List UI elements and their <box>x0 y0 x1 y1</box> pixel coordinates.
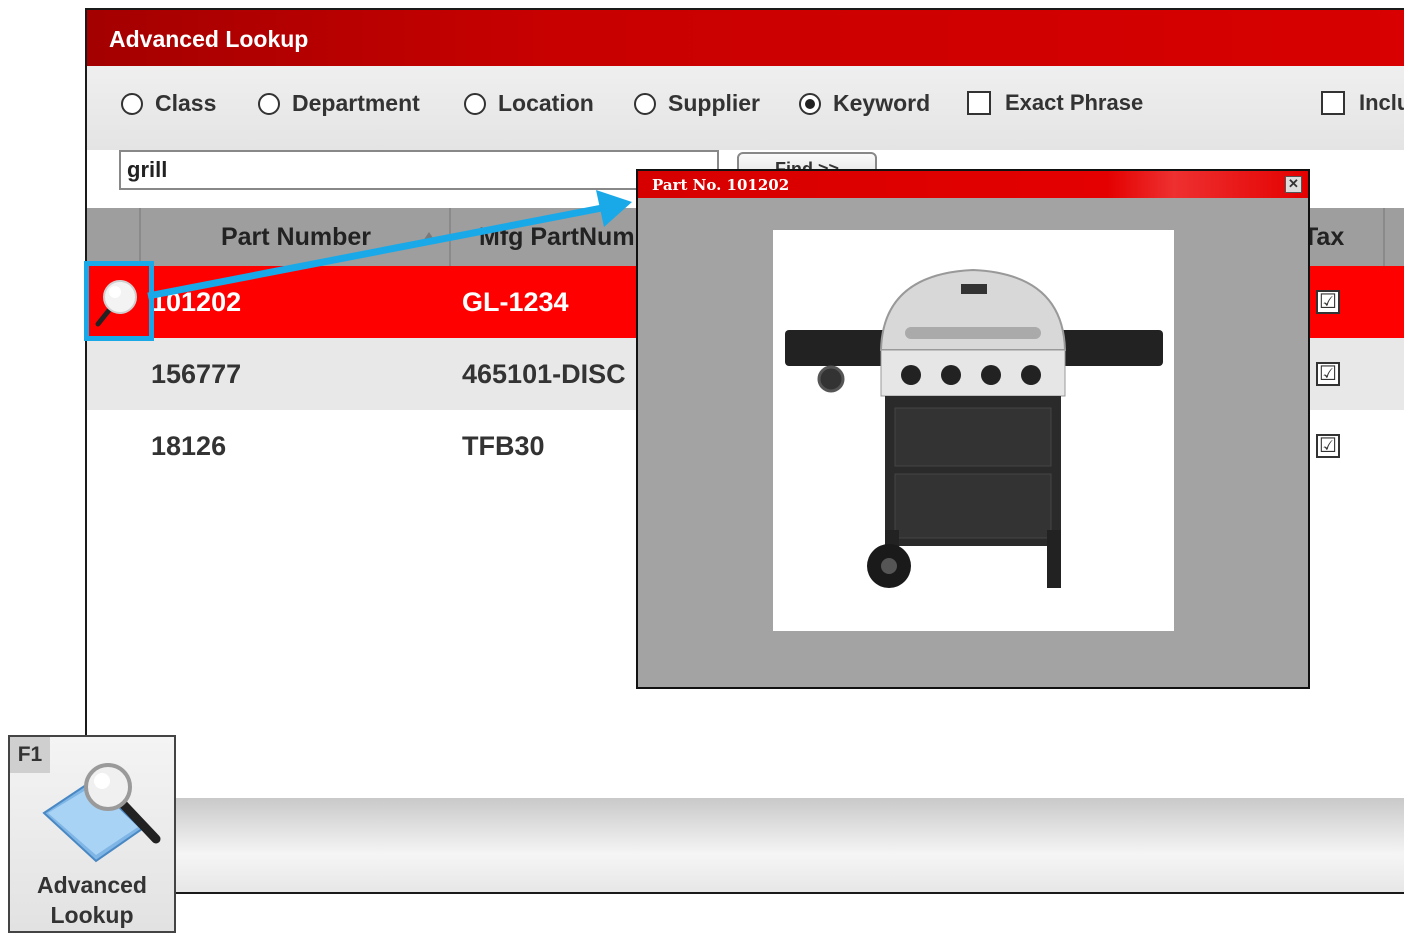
cell-mfg-partnum: GL-1234 <box>462 287 569 317</box>
radio-indicator-selected[interactable] <box>799 92 821 115</box>
popup-titlebar: Part No. 101202 ✕ <box>638 171 1308 198</box>
label-line: Lookup <box>50 902 134 928</box>
close-icon[interactable]: ✕ <box>1285 176 1302 193</box>
radio-indicator[interactable] <box>121 92 143 115</box>
tax-checkbox[interactable]: ☑ <box>1316 434 1340 458</box>
cell-mfg-partnum: 465101-DISC <box>462 359 626 389</box>
radio-keyword[interactable]: Keyword <box>799 90 930 117</box>
label-line: Advanced <box>37 872 147 898</box>
sort-ascending-icon <box>423 232 435 241</box>
radio-indicator[interactable] <box>464 92 486 115</box>
window-footer <box>87 798 1404 892</box>
f1-button-label: Advanced Lookup <box>10 870 174 930</box>
radio-label: Class <box>155 90 217 116</box>
radio-department[interactable]: Department <box>258 90 420 117</box>
exact-phrase-checkbox[interactable]: Exact Phrase <box>967 90 1143 116</box>
radio-location[interactable]: Location <box>464 90 594 117</box>
checkbox-label: Exact Phrase <box>1005 90 1144 115</box>
tax-checkbox[interactable]: ☑ <box>1316 362 1340 386</box>
book-magnifier-icon <box>42 763 161 863</box>
cell-part-number: 156777 <box>151 359 242 389</box>
search-input[interactable] <box>119 150 719 190</box>
radio-label: Keyword <box>833 90 931 116</box>
radio-indicator[interactable] <box>634 92 656 115</box>
radio-indicator[interactable] <box>258 92 280 115</box>
search-options-bar: Class Department Location Supplier Keywo… <box>87 66 1404 150</box>
window-titlebar: Advanced Lookup <box>87 10 1404 66</box>
cell-part-number: 101202 <box>151 287 242 317</box>
header-part-number[interactable]: Part Number <box>139 208 451 266</box>
radio-label: Department <box>292 90 420 116</box>
include-checkbox[interactable]: Inclu <box>1321 90 1404 116</box>
grill-illustration <box>785 268 1163 588</box>
window-title: Advanced Lookup <box>109 26 309 52</box>
checkbox[interactable] <box>967 91 991 115</box>
part-image-popup: Part No. 101202 ✕ <box>636 169 1310 689</box>
advanced-lookup-f1-button[interactable]: F1 Advanced Lookup <box>8 735 176 933</box>
popup-title: Part No. 101202 <box>652 176 790 194</box>
checkbox[interactable] <box>1321 91 1345 115</box>
radio-supplier[interactable]: Supplier <box>634 90 760 117</box>
radio-label: Location <box>498 90 594 116</box>
radio-class[interactable]: Class <box>121 90 216 117</box>
highlight-box <box>84 261 154 341</box>
cell-part-number: 18126 <box>151 431 227 461</box>
grill-product-image <box>773 230 1174 631</box>
radio-label: Supplier <box>668 90 761 116</box>
cell-mfg-partnum: TFB30 <box>462 431 545 461</box>
tax-checkbox[interactable]: ☑ <box>1316 290 1340 314</box>
checkbox-label: Inclu <box>1359 90 1404 115</box>
